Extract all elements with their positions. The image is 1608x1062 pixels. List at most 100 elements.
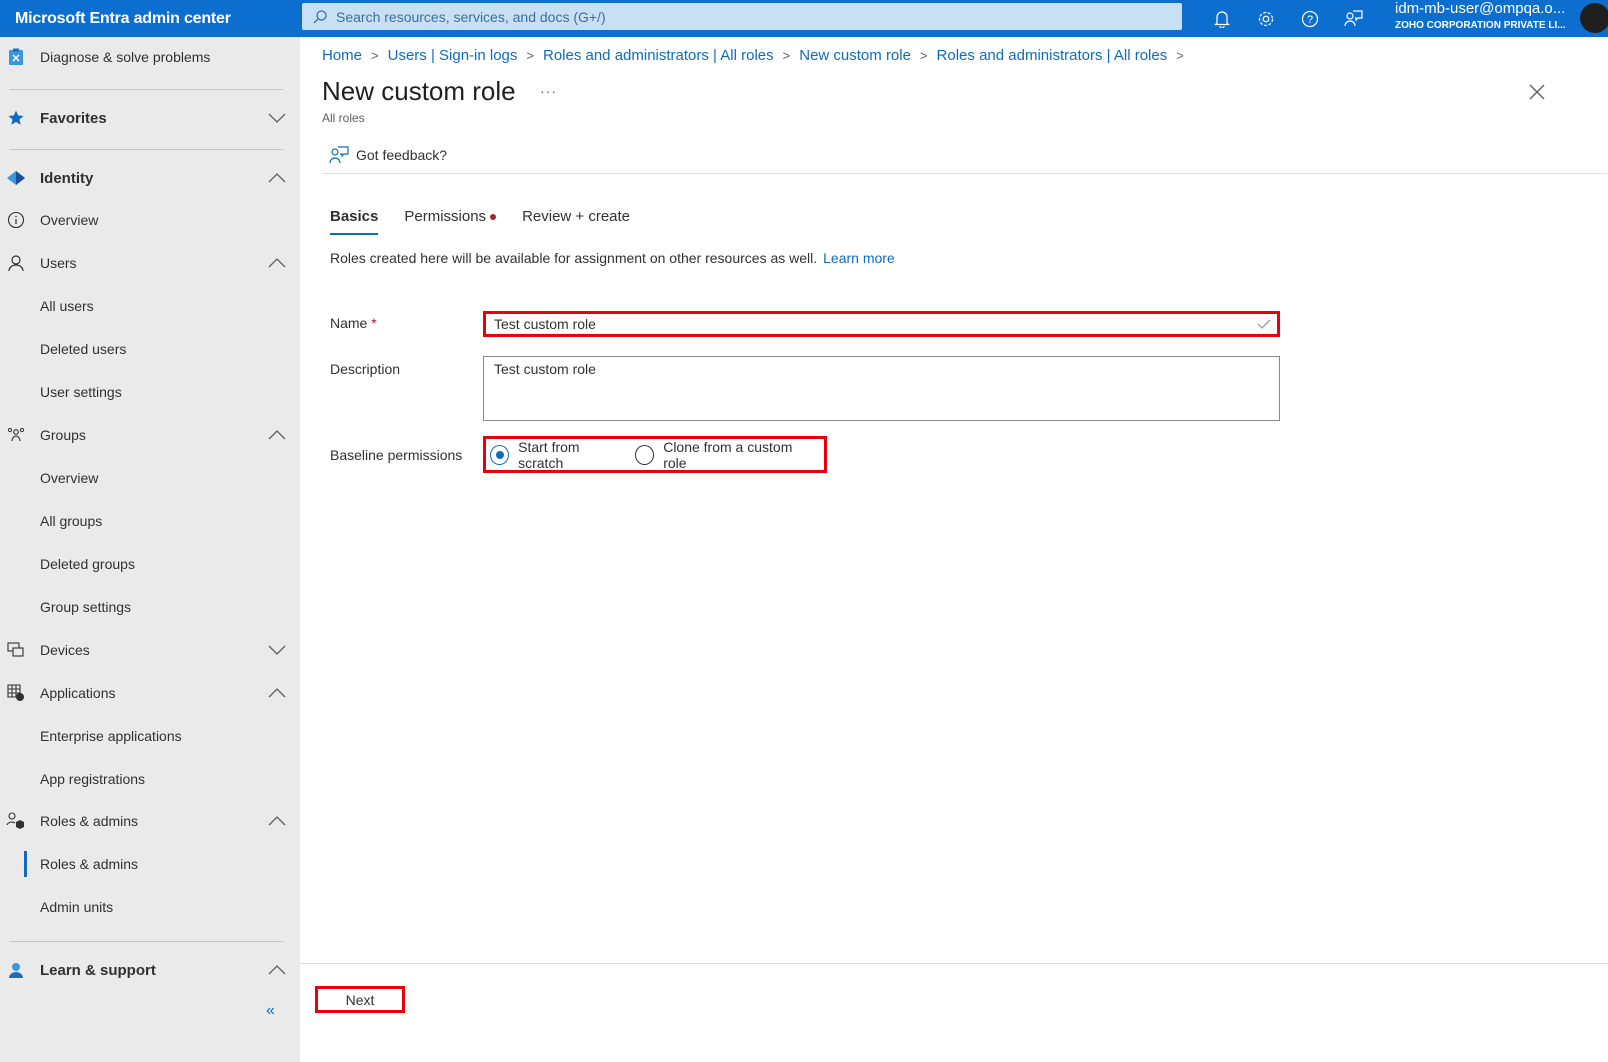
- search-placeholder: Search resources, services, and docs (G+…: [336, 8, 606, 25]
- chevron-right-icon: >: [919, 48, 928, 63]
- error-dot-icon: [490, 214, 497, 221]
- chevron-right-icon: >: [371, 48, 379, 63]
- sidebar-item-enterprise-applications[interactable]: Enterprise applications: [0, 716, 300, 756]
- sidebar-item-all-groups[interactable]: All groups: [0, 501, 300, 541]
- avatar[interactable]: [1580, 3, 1608, 33]
- top-bar: Microsoft Entra admin center Search reso…: [0, 0, 1608, 37]
- required-mark: *: [371, 315, 377, 331]
- sidebar-item-deleted-users[interactable]: Deleted users: [0, 329, 300, 369]
- sidebar-item-diagnose[interactable]: Diagnose & solve problems: [0, 37, 300, 77]
- chevron-right-icon: >: [1176, 48, 1184, 63]
- command-bar-divider: [322, 173, 1607, 174]
- bell-icon: [1214, 10, 1230, 28]
- wizard-tabs: Basics Permissions Review + create: [330, 208, 656, 235]
- account-org: ZOHO CORPORATION PRIVATE LI...: [1395, 19, 1566, 31]
- sidebar-item-favorites[interactable]: Favorites: [0, 98, 300, 138]
- tab-permissions[interactable]: Permissions: [404, 208, 497, 235]
- baseline-permissions-radio-group: Start from scratch Clone from a custom r…: [483, 436, 827, 473]
- more-options-icon[interactable]: ···: [540, 83, 557, 99]
- search-icon: [313, 9, 327, 23]
- sidebar-divider: [10, 941, 283, 942]
- devices-icon: [6, 640, 26, 660]
- radio-clone-custom-role[interactable]: Clone from a custom role: [635, 439, 812, 471]
- sidebar-item-admin-units[interactable]: Admin units: [0, 887, 300, 927]
- star-icon: [6, 108, 26, 128]
- sidebar-item-user-settings[interactable]: User settings: [0, 372, 300, 412]
- page-subtitle: All roles: [322, 111, 365, 125]
- search-input[interactable]: Search resources, services, and docs (G+…: [302, 3, 1182, 30]
- breadcrumb-users-signin[interactable]: Users | Sign-in logs: [388, 47, 518, 64]
- chevron-up-icon[interactable]: [268, 172, 286, 184]
- help-icon: ?: [1301, 10, 1319, 27]
- chevron-right-icon: >: [782, 48, 791, 63]
- sidebar-item-app-registrations[interactable]: App registrations: [0, 759, 300, 799]
- sidebar-item-all-users[interactable]: All users: [0, 286, 300, 326]
- account-user: idm-mb-user@ompqa.o...: [1395, 0, 1566, 17]
- info-icon: [6, 210, 26, 230]
- applications-icon: [6, 683, 26, 703]
- sidebar-item-groups[interactable]: Groups: [0, 415, 300, 455]
- feedback-icon: [329, 146, 349, 164]
- sidebar-item-identity[interactable]: Identity: [0, 158, 300, 198]
- sidebar-item-groups-overview[interactable]: Overview: [0, 458, 300, 498]
- groups-icon: [6, 425, 26, 445]
- breadcrumb-home[interactable]: Home: [322, 47, 362, 64]
- sidebar-item-identity-overview[interactable]: Overview: [0, 200, 300, 240]
- breadcrumb-roles-all-2[interactable]: Roles and administrators | All roles: [937, 47, 1168, 64]
- user-icon: [6, 253, 26, 273]
- sidebar-item-roles-admins-sub[interactable]: Roles & admins: [0, 844, 300, 884]
- sidebar-item-deleted-groups[interactable]: Deleted groups: [0, 544, 300, 584]
- sidebar-item-applications[interactable]: Applications: [0, 673, 300, 713]
- diagnose-icon: [6, 47, 26, 67]
- footer-divider: [300, 963, 1608, 964]
- chevron-down-icon[interactable]: [268, 644, 286, 656]
- sidebar-divider: [10, 149, 283, 150]
- account-menu[interactable]: idm-mb-user@ompqa.o... ZOHO CORPORATION …: [1395, 0, 1566, 31]
- breadcrumb-roles-all[interactable]: Roles and administrators | All roles: [543, 47, 774, 64]
- chevron-up-icon[interactable]: [268, 815, 286, 827]
- info-text: Roles created here will be available for…: [330, 250, 895, 266]
- chevron-up-icon[interactable]: [268, 257, 286, 269]
- description-label: Description: [330, 361, 401, 377]
- gear-icon: [1258, 11, 1274, 26]
- breadcrumb-new-custom-role[interactable]: New custom role: [799, 47, 911, 64]
- chevron-right-icon: >: [526, 48, 534, 63]
- radio-selected-icon: [490, 444, 510, 465]
- roles-icon: [6, 811, 26, 831]
- chevron-up-icon[interactable]: [268, 429, 286, 441]
- sidebar-item-roles-admins[interactable]: Roles & admins: [0, 801, 300, 841]
- radio-start-from-scratch[interactable]: Start from scratch: [490, 439, 623, 471]
- tab-review-create[interactable]: Review + create: [522, 208, 630, 235]
- sidebar-item-group-settings[interactable]: Group settings: [0, 587, 300, 627]
- sidebar-item-devices[interactable]: Devices: [0, 630, 300, 670]
- close-icon[interactable]: [1528, 83, 1546, 101]
- notifications-button[interactable]: [1200, 0, 1244, 37]
- collapse-sidebar-icon[interactable]: «: [266, 1002, 275, 1020]
- help-button[interactable]: ?: [1288, 0, 1332, 37]
- tab-basics[interactable]: Basics: [330, 208, 379, 235]
- next-button[interactable]: Next: [315, 986, 405, 1013]
- feedback-button[interactable]: [1332, 0, 1376, 37]
- chevron-up-icon[interactable]: [268, 964, 286, 976]
- support-icon: [6, 960, 26, 980]
- feedback-button[interactable]: Got feedback?: [322, 145, 447, 165]
- svg-text:?: ?: [1307, 14, 1313, 26]
- description-textarea[interactable]: Test custom role: [483, 356, 1280, 421]
- chevron-up-icon[interactable]: [268, 687, 286, 699]
- radio-unselected-icon: [635, 444, 655, 465]
- chevron-down-icon[interactable]: [268, 112, 286, 124]
- app-title[interactable]: Microsoft Entra admin center: [0, 10, 302, 28]
- settings-button[interactable]: [1244, 0, 1288, 37]
- breadcrumb: Home > Users | Sign-in logs > Roles and ad…: [322, 47, 1193, 64]
- feedback-icon: [1344, 9, 1363, 26]
- name-input[interactable]: Test custom role: [483, 311, 1280, 337]
- sidebar-divider: [10, 89, 283, 90]
- sidebar-item-users[interactable]: Users: [0, 243, 300, 283]
- baseline-permissions-label: Baseline permissions: [330, 447, 463, 463]
- learn-more-link[interactable]: Learn more: [823, 250, 895, 266]
- sidebar-item-learn-support[interactable]: Learn & support: [0, 950, 300, 990]
- name-label: Name *: [330, 315, 377, 331]
- main-panel: Home > Users | Sign-in logs > Roles and ad…: [300, 37, 1608, 1062]
- page-title: New custom role: [322, 76, 516, 106]
- identity-icon: [6, 168, 26, 188]
